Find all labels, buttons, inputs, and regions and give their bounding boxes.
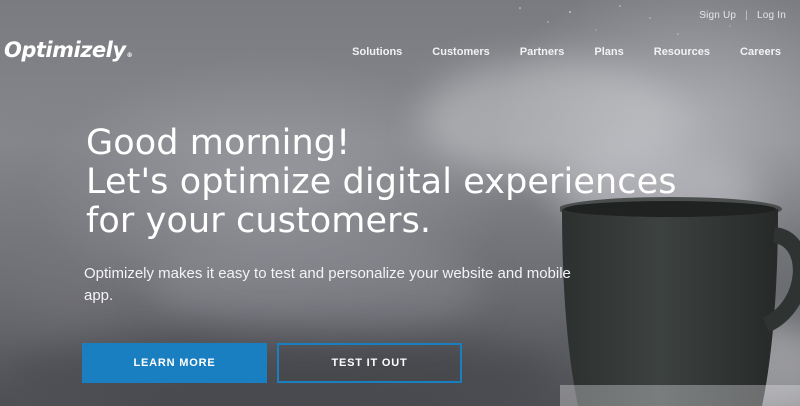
headline-line-2: Let's optimize digital experiences — [86, 162, 677, 202]
nav-partners[interactable]: Partners — [520, 46, 565, 58]
hero-subtext: Optimizely makes it easy to test and per… — [84, 265, 571, 304]
sparkle-dots — [519, 5, 731, 35]
headline-line-1: Good morning! — [86, 123, 351, 163]
optimizely-logo[interactable]: Optimizely ® — [4, 38, 133, 62]
main-nav: Solutions Customers Partners Plans Resou… — [322, 46, 781, 58]
link-separator: | — [745, 10, 748, 21]
headline-line-3: for your customers. — [86, 201, 432, 241]
nav-solutions[interactable]: Solutions — [352, 46, 402, 58]
nav-resources[interactable]: Resources — [654, 46, 710, 58]
test-it-out-label: TEST IT OUT — [331, 357, 408, 369]
log-in-link[interactable]: Log In — [757, 10, 786, 21]
hero-section: Sign Up | Log In Optimizely ® Solutions … — [0, 0, 800, 406]
sign-up-link[interactable]: Sign Up — [699, 10, 736, 21]
nav-customers[interactable]: Customers — [432, 46, 489, 58]
learn-more-label: LEARN MORE — [133, 357, 216, 369]
logo-text: Optimizely — [4, 38, 126, 62]
trademark-mark: ® — [126, 51, 133, 59]
learn-more-button[interactable]: LEARN MORE — [82, 343, 267, 383]
hero-headline: Good morning! Let's optimize digital exp… — [86, 124, 677, 241]
nav-careers[interactable]: Careers — [740, 46, 781, 58]
nav-plans[interactable]: Plans — [594, 46, 623, 58]
account-links: Sign Up | Log In — [699, 10, 786, 21]
test-it-out-button[interactable]: TEST IT OUT — [277, 343, 462, 383]
